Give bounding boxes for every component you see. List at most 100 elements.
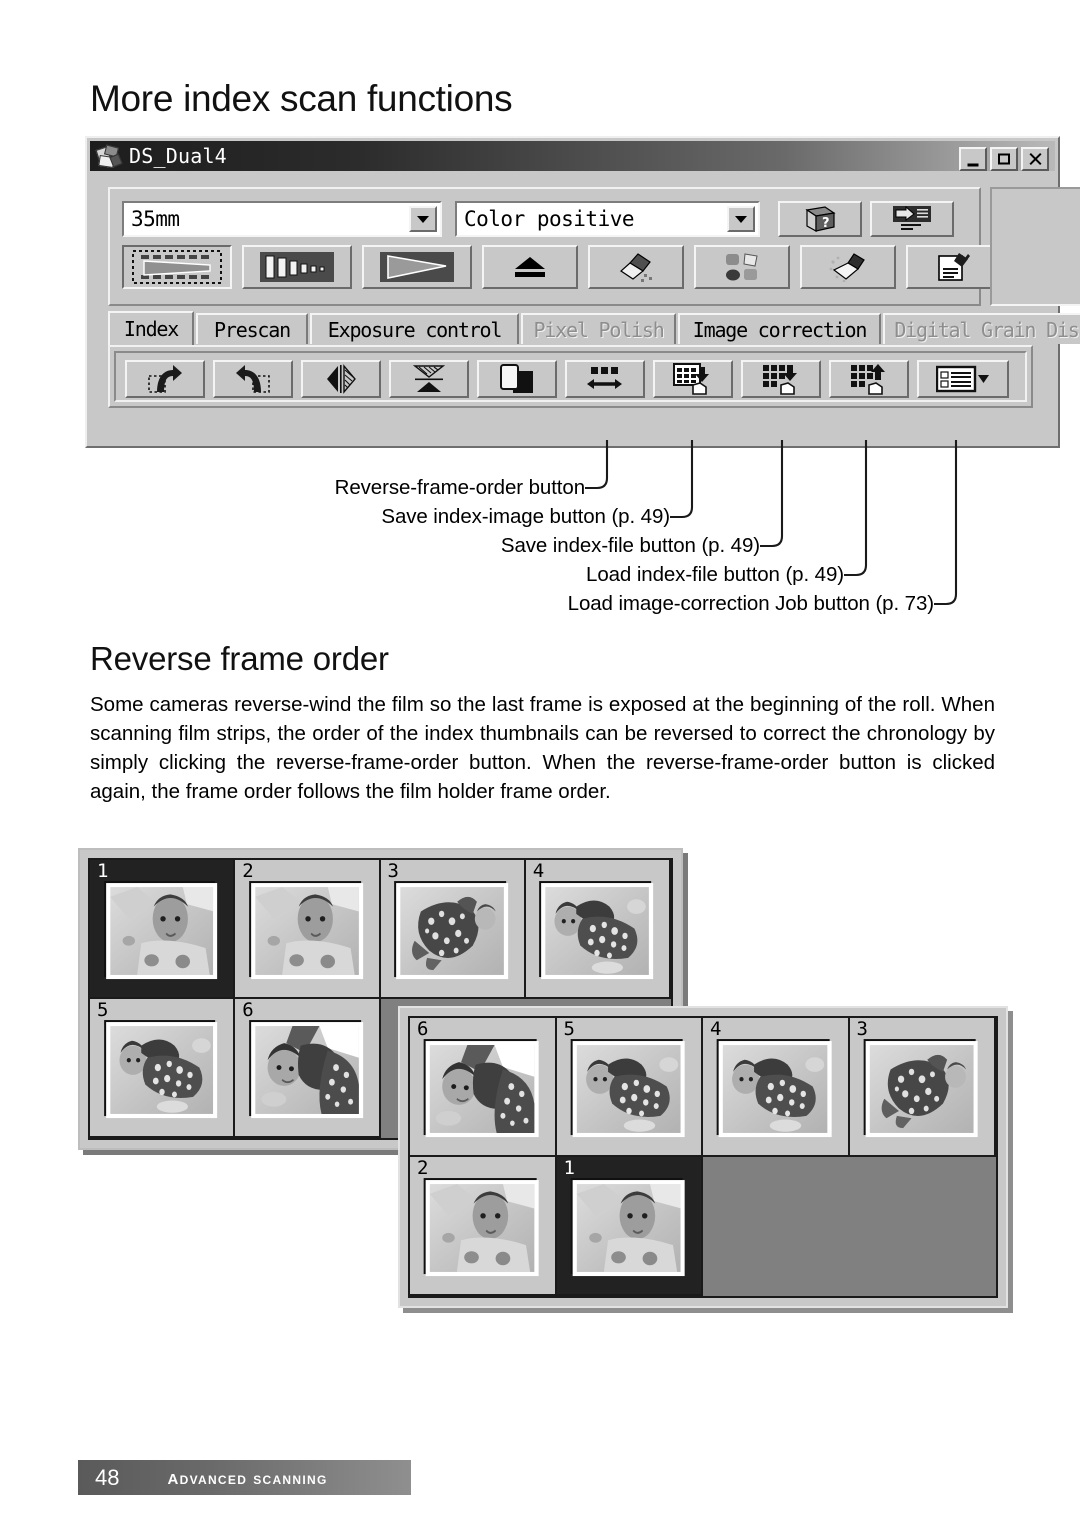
film-type-value: Color positive [464,207,635,231]
thumbnail-photo [255,887,359,976]
thumbnail-cell[interactable]: 3 [380,860,526,999]
thumbnail-frame-number: 5 [97,999,109,1021]
application-window: DS_Dual4 35mm Color positive ? Index Pre… [85,136,1080,448]
help-book-icon: ? [805,206,836,232]
invert-icon [500,364,533,393]
invert-button[interactable] [477,360,557,398]
reverse-frame-order-button[interactable] [565,360,645,398]
callout-load-job: Load image-correction Job button (p. 73) [567,592,934,615]
thumbnail-frame-number: 5 [563,1018,575,1040]
tab-strip: Index Prescan Exposure control Pixel Pol… [108,311,1080,345]
callout-save-index-image: Save index-image button (p. 49) [381,505,670,528]
reverse-frame-order-icon [587,367,622,389]
thumbnail-cell[interactable]: 1 [556,1157,703,1296]
film-type-dropdown[interactable]: Color positive [455,201,760,237]
thumbnail-photo [429,1045,535,1134]
load-index-file-icon [851,364,885,395]
thumbnail-cell[interactable]: 3 [849,1018,996,1157]
prescan-icon [260,252,334,282]
tab-prescan[interactable]: Prescan [196,313,308,344]
callout-leader-lines [585,440,958,606]
thumbnail-grid: 6 5 4 3 2 1 [408,1016,998,1298]
page-footer: 48 Advanced scanning [78,1460,411,1495]
index-toolbar [108,345,1033,408]
thumbnail-frame-number: 2 [417,1157,429,1179]
callout-group: Reverse-frame-order button Save index-im… [0,440,1080,640]
color-match-icon [726,253,758,281]
callout-load-index-file: Load index-file button (p. 49) [586,563,844,586]
thumbnail-mount [865,1041,979,1138]
thumbnail-cell[interactable]: 2 [235,860,381,999]
save-index-file-button[interactable] [741,360,821,398]
thumbnail-mount [105,883,218,980]
dust-brush-button[interactable] [588,245,684,289]
color-match-button[interactable] [694,245,790,289]
thumbnail-cell-empty [849,1157,996,1296]
thumbnail-photo [545,887,650,976]
load-job-button[interactable] [917,360,1009,398]
rotate-left-button[interactable] [125,360,205,398]
svg-text:?: ? [822,216,830,231]
thumbnail-frame-number: 1 [97,860,109,882]
thumbnail-cell[interactable]: 4 [703,1018,850,1157]
flip-horizontal-button[interactable] [301,360,381,398]
chevron-down-icon[interactable] [409,206,437,232]
thumbnail-cell[interactable]: 2 [410,1157,557,1296]
title-bar: DS_Dual4 [90,141,1055,171]
tab-pixel-polish[interactable]: Pixel Polish [521,313,676,344]
thumbnail-frame-number: 3 [387,860,399,882]
tab-index[interactable]: Index [108,311,194,345]
job-settings-button[interactable] [906,245,1002,289]
thumbnail-cell[interactable]: 6 [235,999,381,1138]
flip-vertical-button[interactable] [389,360,469,398]
thumbnail-frame-number: 6 [417,1018,429,1040]
thumbnail-cell[interactable]: 5 [90,999,236,1138]
help-button[interactable]: ? [778,201,862,237]
thumbnail-frame-number: 3 [856,1018,868,1040]
minimize-button[interactable] [959,147,987,171]
tab-image-correction[interactable]: Image correction [678,313,881,344]
index-panel-reversed-order[interactable]: 6 5 4 3 2 1 [398,1006,1008,1308]
preferences-button[interactable] [870,201,954,237]
rotate-right-button[interactable] [213,360,293,398]
thumbnail-photo [429,1184,535,1273]
thumbnail-cell[interactable]: 5 [556,1018,703,1157]
save-index-file-icon [763,365,797,395]
scan-icon [380,252,454,282]
tab-digital-grain-dissolver[interactable]: Digital Grain Dissolver [883,313,1080,344]
thumbnail-cell[interactable]: 6 [410,1018,557,1157]
thumbnail-photo [109,887,214,976]
thumbnail-mount [718,1041,832,1138]
maximize-icon [998,153,1010,165]
prescan-button[interactable] [242,245,352,289]
preferences-icon [893,205,931,230]
grain-dissolver-button[interactable] [800,245,896,289]
close-icon [1028,152,1042,166]
eject-icon [515,257,545,277]
thumbnail-frame-number: 4 [710,1018,722,1040]
scan-button[interactable] [362,245,472,289]
maximize-button[interactable] [990,147,1018,171]
thumbnail-frame-number: 2 [242,860,254,882]
window-controls [959,147,1049,171]
page-title: More index scan functions [90,78,513,119]
chevron-down-icon[interactable] [727,206,755,232]
load-index-file-button[interactable] [829,360,909,398]
film-format-dropdown[interactable]: 35mm [122,201,442,237]
job-settings-icon [938,253,970,281]
thumbnail-photo [255,1026,359,1115]
thumbnail-photo [109,1026,214,1115]
index-scan-button[interactable] [122,245,232,289]
tab-exposure-control[interactable]: Exposure control [310,313,519,344]
eject-button[interactable] [482,245,578,289]
minimize-icon [967,163,979,167]
thumbnail-photo [869,1045,975,1134]
thumbnail-photo [400,887,504,976]
flip-horizontal-icon [327,364,356,394]
thumbnail-mount [572,1180,686,1277]
thumbnail-cell[interactable]: 1 [90,860,236,999]
save-index-image-button[interactable] [653,360,733,398]
callout-reverse-frame-order: Reverse-frame-order button [334,476,585,499]
close-button[interactable] [1021,147,1049,171]
thumbnail-cell[interactable]: 4 [525,860,671,999]
